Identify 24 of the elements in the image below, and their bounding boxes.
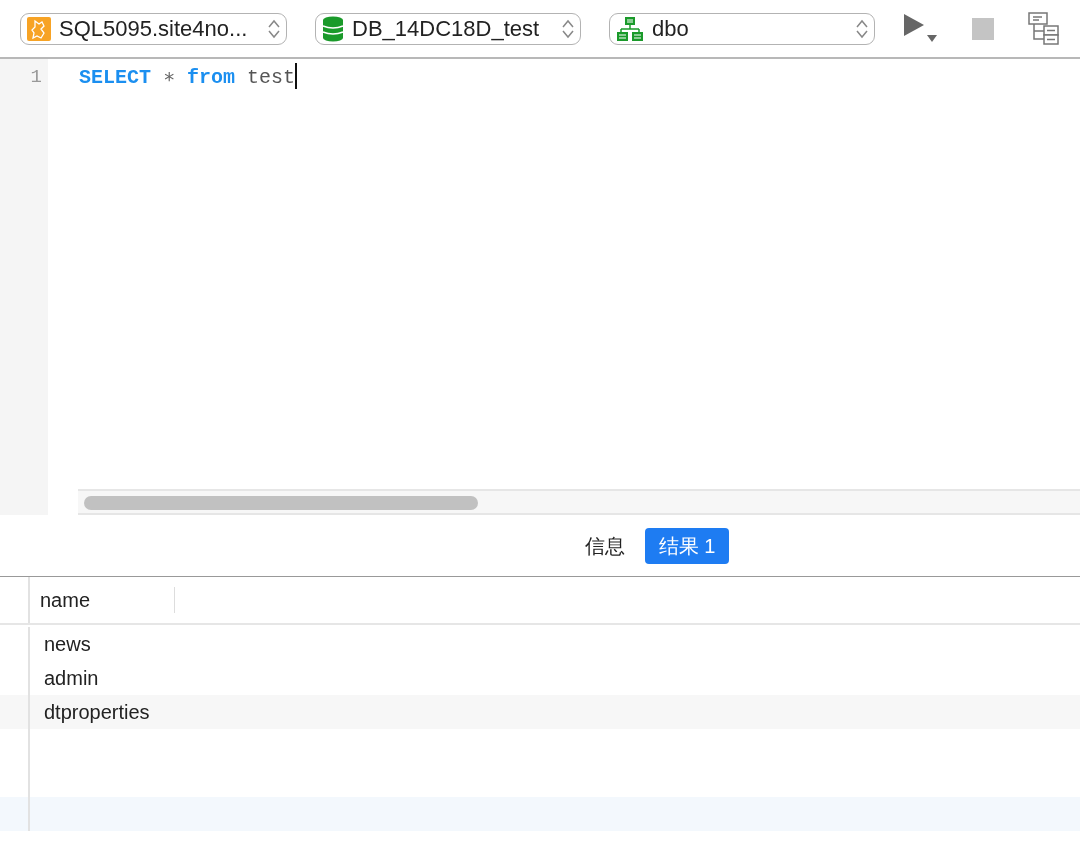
updown-icon: [268, 18, 280, 39]
code-token: SELECT: [79, 65, 151, 91]
result-tab[interactable]: 信息: [570, 527, 639, 564]
code-token: ∗: [163, 65, 176, 91]
schema-icon: [616, 15, 644, 42]
tree-icon: [1026, 11, 1062, 46]
dropdown-select[interactable]: SQL5095.site4no...: [20, 12, 287, 45]
result-tab[interactable]: 结果 1: [644, 527, 730, 564]
dropdown-select[interactable]: dbo: [609, 12, 875, 45]
table-cell-text: admin: [43, 666, 99, 691]
code-token: test: [247, 65, 296, 91]
horizontal-scrollbar[interactable]: [78, 489, 1080, 515]
updown-icon: [856, 18, 868, 39]
database-icon: [322, 15, 344, 42]
scrollbar-thumb[interactable]: [84, 496, 478, 510]
plan-button[interactable]: [1026, 11, 1062, 46]
table-cell-text: news: [43, 632, 91, 657]
line-number: 1: [29, 65, 42, 90]
code-token: from: [187, 65, 236, 91]
column-header[interactable]: name: [30, 587, 175, 613]
dropdown-select[interactable]: DB_14DC18D_test: [315, 12, 581, 45]
table-cell-text: dtproperties: [43, 700, 150, 725]
updown-icon: [562, 18, 574, 39]
server-icon: [27, 16, 51, 41]
